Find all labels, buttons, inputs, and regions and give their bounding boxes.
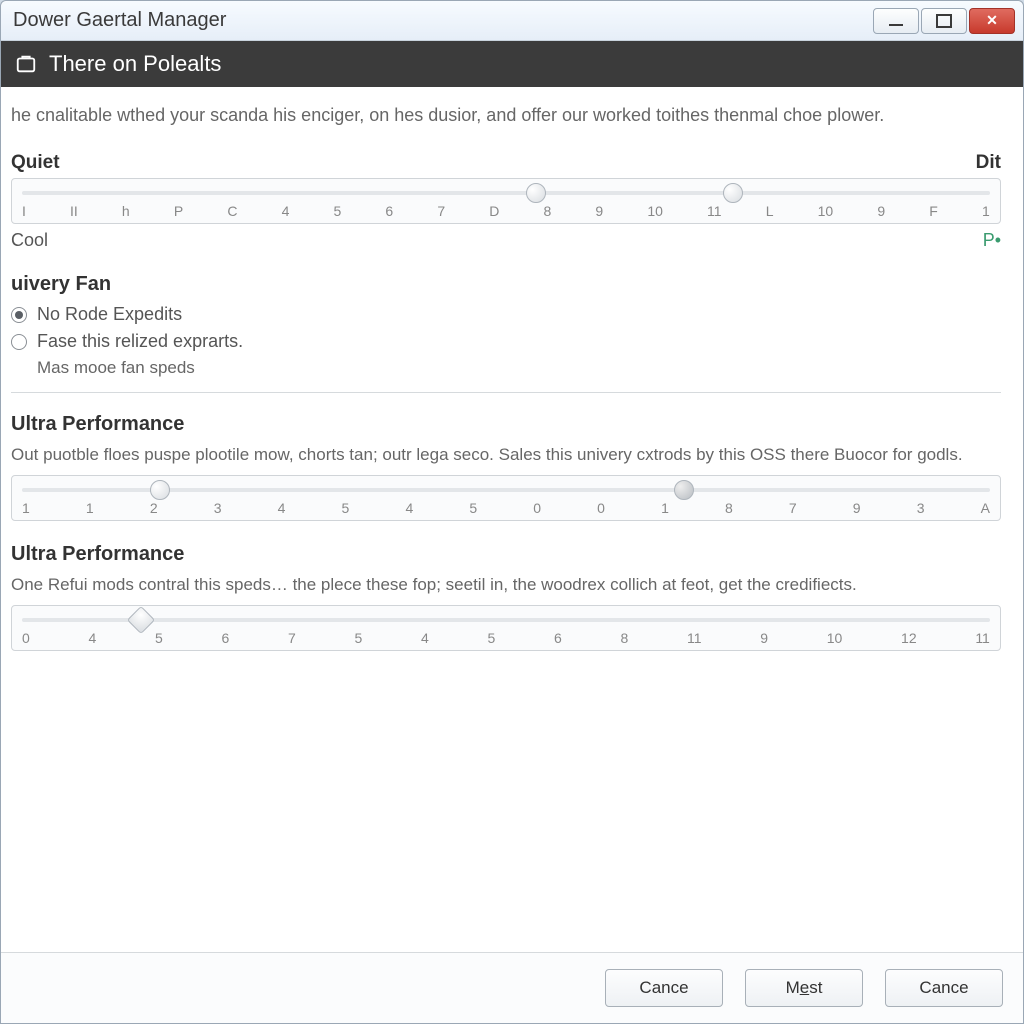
- perf2-desc: One Refui mods contral this speds… the p…: [11, 574, 1001, 597]
- tick-label: A: [981, 500, 990, 516]
- tick-label: 11: [975, 630, 990, 646]
- tick-label: 4: [421, 630, 429, 646]
- fan-sub-label: Mas mooe fan speds: [37, 358, 1001, 378]
- settings-icon: [15, 53, 37, 75]
- tick-label: 5: [155, 630, 163, 646]
- tick-label: 3: [214, 500, 222, 516]
- tick-label: 9: [595, 203, 603, 219]
- window-title: Dower Gaertal Manager: [9, 9, 226, 32]
- tick-label: 10: [818, 203, 834, 219]
- mest-button[interactable]: Mest: [745, 969, 863, 1007]
- fan-section-title: uivery Fan: [11, 273, 1001, 296]
- tick-label: 9: [760, 630, 768, 646]
- tick-label: 3: [917, 500, 925, 516]
- tick-label: C: [227, 203, 237, 219]
- close-button[interactable]: [969, 8, 1015, 34]
- tick-label: D: [489, 203, 499, 219]
- tick-label: L: [766, 203, 774, 219]
- perf1-desc: Out puotble floes puspe plootile mow, ch…: [11, 444, 1001, 467]
- tick-label: 9: [853, 500, 861, 516]
- tick-label: 8: [621, 630, 629, 646]
- tick-label: 5: [342, 500, 350, 516]
- tick-label: 5: [333, 203, 341, 219]
- perf2-ticks: 0 4 5 6 7 5 4 5 6 8 11 9 10 12 11: [12, 606, 1000, 650]
- perf1-slider[interactable]: 1 1 2 3 4 5 4 5 0 0 1 8 7 9 3 A: [11, 475, 1001, 521]
- perf2-section: Ultra Performance One Refui mods contral…: [11, 543, 1001, 651]
- tick-label: 12: [901, 630, 917, 646]
- tick-label: 9: [877, 203, 885, 219]
- tick-label: 5: [469, 500, 477, 516]
- cancel-button-2[interactable]: Cance: [885, 969, 1003, 1007]
- tick-label: 4: [89, 630, 97, 646]
- tick-label: 7: [437, 203, 445, 219]
- tick-label: 8: [725, 500, 733, 516]
- tick-label: 6: [222, 630, 230, 646]
- page-header: There on Polealts: [1, 41, 1023, 87]
- slider1-thumb-a[interactable]: [526, 183, 546, 203]
- perf1-thumb-b[interactable]: [674, 480, 694, 500]
- perf2-slider[interactable]: 0 4 5 6 7 5 4 5 6 8 11 9 10 12 11: [11, 605, 1001, 651]
- tick-label: 0: [533, 500, 541, 516]
- tick-label: 5: [488, 630, 496, 646]
- tick-label: 1: [86, 500, 94, 516]
- tick-label: 10: [827, 630, 843, 646]
- tick-label: 5: [355, 630, 363, 646]
- window-controls: [871, 8, 1015, 34]
- tick-label: 10: [647, 203, 663, 219]
- slider1-right-label: Dit: [976, 152, 1001, 174]
- slider1-ticks: IIIhPC4567D891011L109F1: [12, 179, 1000, 223]
- fan-option-2-label: Fase this relized exprarts.: [37, 331, 243, 352]
- maximize-button[interactable]: [921, 8, 967, 34]
- tick-label: 4: [405, 500, 413, 516]
- page-title: There on Polealts: [49, 51, 221, 77]
- tick-label: 1: [22, 500, 30, 516]
- tick-label: 4: [282, 203, 290, 219]
- tick-label: 0: [597, 500, 605, 516]
- tick-label: 6: [554, 630, 562, 646]
- perf2-title: Ultra Performance: [11, 543, 1001, 566]
- app-window: Dower Gaertal Manager There on Polealts …: [0, 0, 1024, 1024]
- radio-icon: [11, 307, 27, 323]
- fan-option-1-label: No Rode Expedits: [37, 304, 182, 325]
- tick-label: 7: [288, 630, 296, 646]
- tick-label: 7: [789, 500, 797, 516]
- fan-option-1[interactable]: No Rode Expedits: [11, 304, 1001, 325]
- tick-label: 4: [278, 500, 286, 516]
- fan-option-2[interactable]: Fase this relized exprarts.: [11, 331, 1001, 352]
- tick-label: 2: [150, 500, 158, 516]
- tick-label: F: [929, 203, 938, 219]
- fan-section: uivery Fan No Rode Expedits Fase this re…: [11, 273, 1001, 378]
- tick-label: 1: [661, 500, 669, 516]
- thermal-slider[interactable]: IIIhPC4567D891011L109F1: [11, 178, 1001, 224]
- titlebar[interactable]: Dower Gaertal Manager: [1, 1, 1023, 41]
- content-area: he cnalitable wthed your scanda his enci…: [1, 87, 1023, 952]
- tick-label: 8: [544, 203, 552, 219]
- radio-icon: [11, 334, 27, 350]
- tick-label: 6: [385, 203, 393, 219]
- tick-label: 1: [982, 203, 990, 219]
- perf1-title: Ultra Performance: [11, 413, 1001, 436]
- tick-label: II: [70, 203, 78, 219]
- slider1-left-label: Quiet: [11, 152, 60, 174]
- tick-label: I: [22, 203, 26, 219]
- page-description: he cnalitable wthed your scanda his enci…: [11, 105, 1001, 126]
- tick-label: h: [122, 203, 130, 219]
- tick-label: 11: [687, 630, 702, 646]
- divider: [11, 392, 1001, 393]
- tick-label: 11: [707, 203, 722, 219]
- cancel-button-1[interactable]: Cance: [605, 969, 723, 1007]
- tick-label: 0: [22, 630, 30, 646]
- minimize-button[interactable]: [873, 8, 919, 34]
- tick-label: P: [174, 203, 183, 219]
- dialog-footer: Cance Mest Cance: [1, 952, 1023, 1023]
- thermal-slider-section: Quiet Dit IIIhPC4567D891011L109F1 Cool P…: [11, 152, 1001, 251]
- slider1-bottom-right: P•: [983, 230, 1001, 251]
- slider1-bottom-left: Cool: [11, 230, 48, 251]
- perf1-section: Ultra Performance Out puotble floes pusp…: [11, 413, 1001, 521]
